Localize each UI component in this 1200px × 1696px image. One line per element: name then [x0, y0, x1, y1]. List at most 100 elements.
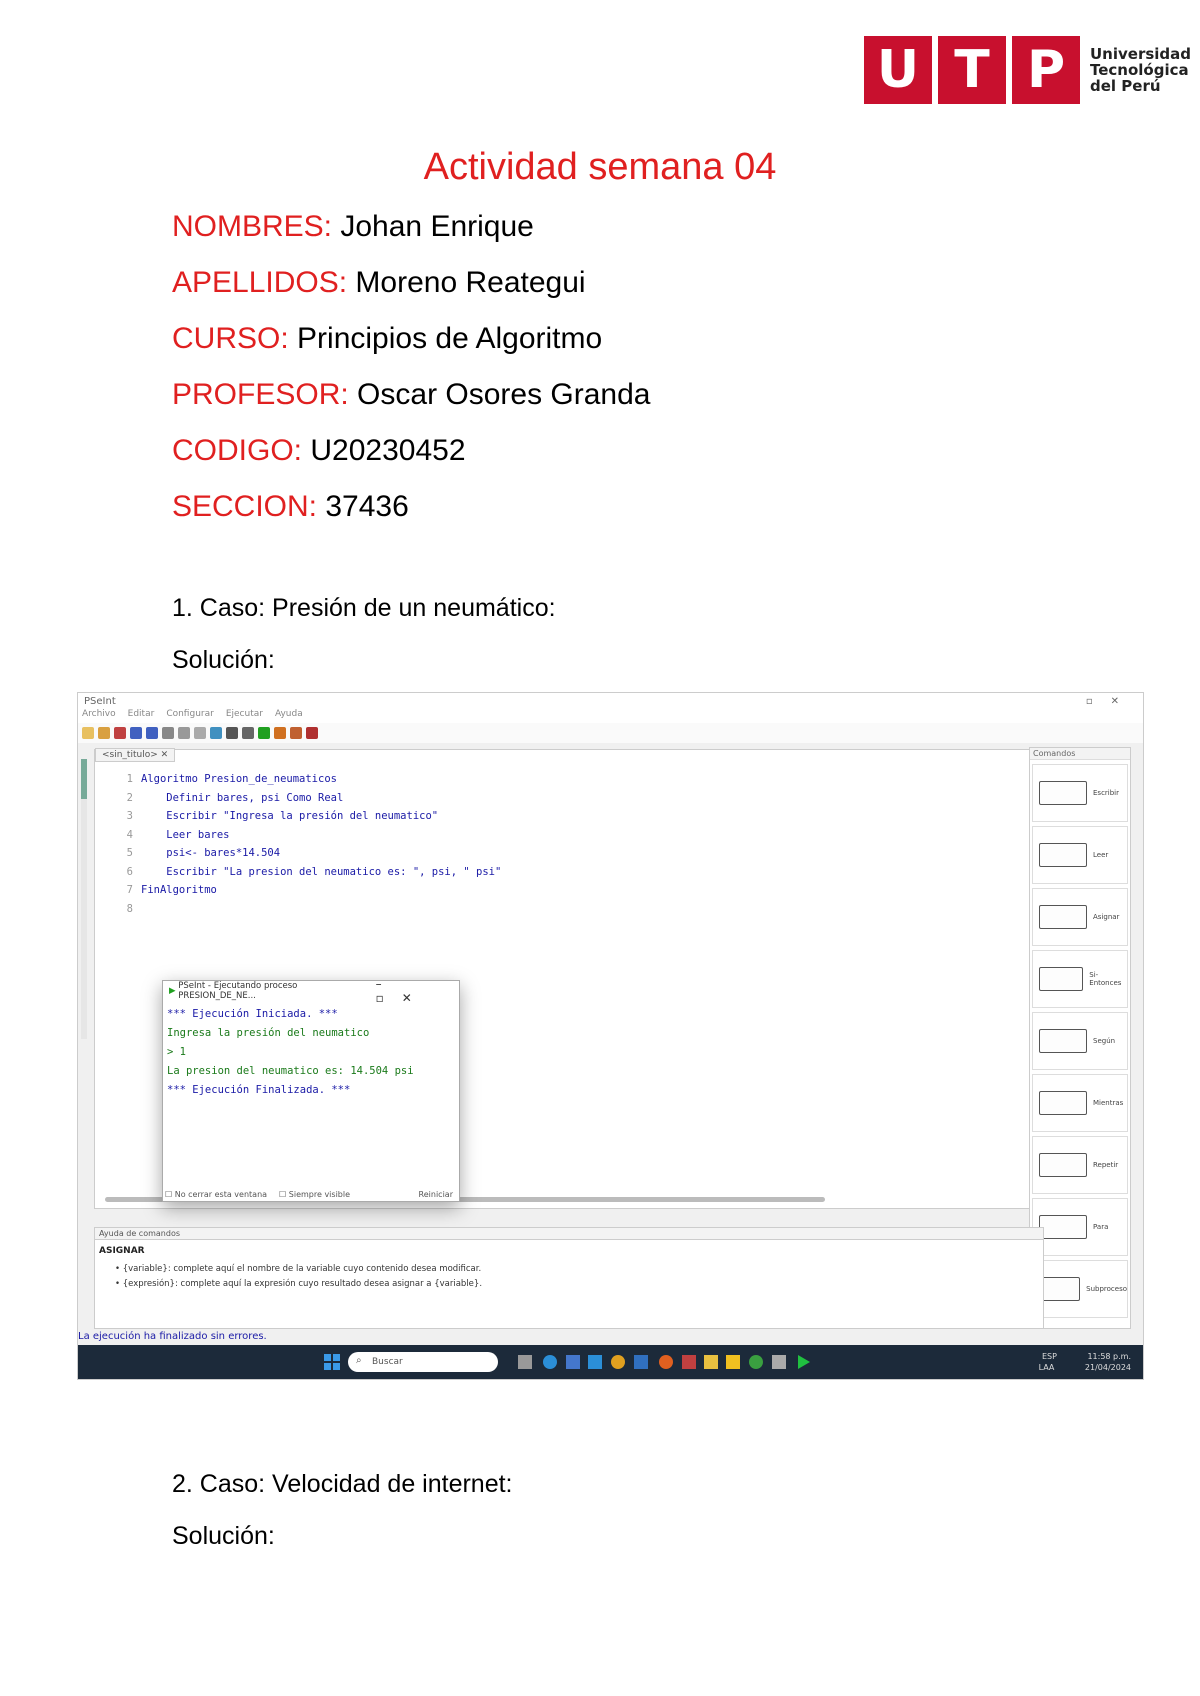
command-shape-icon	[1039, 1215, 1087, 1239]
run-icon[interactable]	[258, 727, 270, 739]
help-panel-bar: Ayuda de comandos	[95, 1228, 1043, 1240]
logo-letter-u: U	[876, 40, 920, 100]
line-number: 1	[126, 773, 133, 785]
field-profesor: PROFESOR: Oscar Osores Granda	[172, 378, 651, 411]
help-line: • {expresión}: complete aquí la expresió…	[115, 1279, 483, 1289]
command-shape-icon	[1039, 843, 1087, 867]
undo-icon[interactable]	[130, 727, 142, 739]
code-lines: 1 Algoritmo Presion_de_neumaticos 2 Defini…	[105, 770, 502, 919]
taskbar-app-icons[interactable]	[518, 1353, 848, 1371]
windows-start-icon[interactable]	[324, 1354, 340, 1370]
command-button[interactable]: Escribir	[1032, 764, 1128, 822]
line-number: 6	[126, 865, 133, 878]
logo-text: Universidad Tecnológica del Perú	[1090, 45, 1192, 95]
command-button[interactable]: Según	[1032, 1012, 1128, 1070]
command-button[interactable]: Subproceso	[1032, 1260, 1128, 1318]
left-vertical-strip	[78, 749, 92, 1049]
command-shape-icon	[1039, 781, 1087, 805]
help-line: • {variable}: complete aquí el nombre de…	[115, 1264, 482, 1274]
run-window: ▶ PSeInt - Ejecutando proceso PRESION_DE…	[162, 977, 460, 1202]
page-title: Actividad semana 04	[423, 146, 777, 188]
no-close-checkbox[interactable]: ☐ No cerrar esta ventana	[165, 1190, 267, 1199]
search-icon[interactable]	[226, 727, 238, 739]
code-line: 3 Escribir "Ingresa la presión del neuma…	[105, 807, 501, 826]
command-button[interactable]: Repetir	[1032, 1136, 1128, 1194]
case1-heading: 1. Caso: Presión de un neumático:	[172, 594, 556, 622]
help-icon[interactable]	[306, 727, 318, 739]
command-button[interactable]: Mientras	[1032, 1074, 1128, 1132]
line-number: 4	[126, 828, 133, 841]
help-panel: Ayuda de comandos ASIGNAR • {variable}: …	[94, 1227, 1044, 1329]
output-line: > 1	[167, 1046, 186, 1058]
toolbar	[78, 723, 1143, 743]
field-codigo: CODIGO: U20230452	[172, 434, 466, 467]
copy-icon[interactable]	[178, 727, 190, 739]
line-number: 8	[126, 902, 133, 915]
run-window-titlebar: ▶ PSeInt - Ejecutando proceso PRESION_DE…	[163, 977, 459, 1005]
command-shape-icon	[1039, 1153, 1087, 1177]
always-visible-checkbox[interactable]: ☐ Siempre visible	[279, 1190, 350, 1199]
command-shape-icon	[1039, 905, 1087, 929]
save-icon[interactable]	[114, 727, 126, 739]
command-button[interactable]: Para	[1032, 1198, 1128, 1256]
restart-button[interactable]: Reiniciar	[419, 1190, 453, 1199]
output-line: La presion del neumatico es: 14.504 psi	[167, 1065, 414, 1077]
indent-icon[interactable]	[210, 727, 222, 739]
windows-taskbar: ⌕ Buscar ESP 11:58 p.m. LAA 21/04/2024	[78, 1345, 1143, 1379]
find-replace-icon[interactable]	[242, 727, 254, 739]
output-line: *** Ejecución Iniciada. ***	[167, 1008, 338, 1020]
code-text: Definir bares, psi Como Real	[141, 791, 344, 804]
taskbar-search-input[interactable]: ⌕ Buscar	[348, 1352, 498, 1372]
code-line: 4 Leer bares	[105, 826, 501, 845]
tab-sin-titulo[interactable]: <sin_titulo> ✕	[95, 748, 176, 762]
command-label: Subproceso	[1086, 1285, 1127, 1293]
code-line: 2 Definir bares, psi Como Real	[105, 789, 501, 808]
cut-icon[interactable]	[162, 727, 174, 739]
menu-configurar[interactable]: Configurar	[166, 709, 214, 723]
code-line: 5 psi<- bares*14.504	[105, 844, 501, 863]
status-bar: La ejecución ha finalizado sin errores.	[78, 1331, 267, 1342]
code-editor[interactable]: <sin_titulo> ✕ 1 Algoritmo Presion_de_neu…	[94, 748, 1044, 1209]
pseint-screenshot: PSeInt ▫✕ Archivo Editar Configurar Ejecu…	[77, 692, 1144, 1380]
command-label: Para	[1093, 1223, 1109, 1231]
code-text: Algoritmo Presion_de_neumaticos	[141, 773, 337, 785]
paste-icon[interactable]	[194, 727, 206, 739]
output-line: *** Ejecución Finalizada. ***	[167, 1084, 351, 1096]
redo-icon[interactable]	[146, 727, 158, 739]
command-shape-icon	[1039, 1277, 1081, 1301]
case2-heading: 2. Caso: Velocidad de internet:	[172, 1470, 513, 1498]
code-line: 7 FinAlgoritmo	[105, 881, 501, 900]
command-button[interactable]: Leer	[1032, 826, 1128, 884]
code-text: psi<- bares*14.504	[141, 847, 281, 859]
logo-letter-p: P	[1026, 40, 1066, 100]
new-file-icon[interactable]	[82, 727, 94, 739]
run-output: *** Ejecución Iniciada. *** Ingresa la pr…	[163, 1001, 459, 1104]
open-icon[interactable]	[98, 727, 110, 739]
command-label: Según	[1093, 1037, 1116, 1045]
command-button[interactable]: Asignar	[1032, 888, 1128, 946]
code-text: FinAlgoritmo	[141, 884, 217, 896]
menu-ejecutar[interactable]: Ejecutar	[226, 709, 263, 723]
step-icon[interactable]	[274, 727, 286, 739]
utp-logo: U T P Universidad Tecnológica del Perú	[864, 36, 1191, 104]
code-text: Leer bares	[141, 828, 230, 841]
command-button[interactable]: Si-Entonces	[1032, 950, 1128, 1008]
app-titlebar: PSeInt ▫✕	[78, 693, 1143, 709]
code-text: Escribir "Ingresa la presión del neumati…	[141, 810, 439, 822]
command-label: Mientras	[1093, 1099, 1124, 1107]
flowchart-icon[interactable]	[290, 727, 302, 739]
window-controls[interactable]: –▫✕	[376, 977, 453, 1005]
help-title: ASIGNAR	[99, 1246, 145, 1256]
search-icon: ⌕	[356, 1355, 362, 1366]
command-shape-icon	[1039, 1091, 1087, 1115]
menu-archivo[interactable]: Archivo	[82, 709, 116, 723]
system-tray: ESP 11:58 p.m. LAA 21/04/2024	[1038, 1352, 1131, 1372]
menu-ayuda[interactable]: Ayuda	[275, 709, 303, 723]
code-line: 8	[105, 900, 501, 919]
commands-panel: Comandos Escribir Leer Asignar Si-Entonces S…	[1029, 747, 1131, 1329]
logo-letter-t: T	[954, 40, 990, 100]
code-line: 1 Algoritmo Presion_de_neumaticos	[105, 770, 501, 789]
field-apellidos: APELLIDOS: Moreno Reategui	[172, 266, 586, 299]
menu-editar[interactable]: Editar	[128, 709, 155, 723]
command-shape-icon	[1039, 1029, 1087, 1053]
